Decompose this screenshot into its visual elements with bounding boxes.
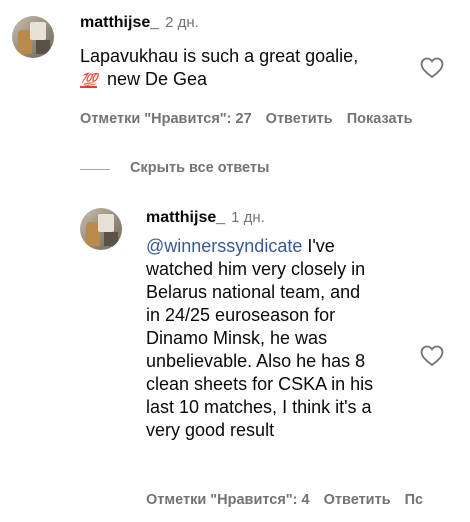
comment-actions: Отметки "Нравится": 4 Ответить Пс: [146, 492, 437, 508]
comment-line: unbelievable. Also he has 8: [146, 351, 366, 371]
comment-line: watched him very closely in: [146, 259, 366, 279]
comment-line: in 24/25 euroseason for: [146, 305, 336, 325]
comment-line: Belarus national team, and: [146, 282, 361, 302]
mention-link[interactable]: @winnerssyndicate: [146, 236, 302, 256]
comment-line: very good result: [146, 420, 275, 440]
username[interactable]: matthijse_: [146, 209, 225, 226]
comment-line: last 10 matches, I think it's a: [146, 397, 372, 417]
avatar[interactable]: [12, 16, 54, 58]
comment-line-text: I've: [302, 236, 335, 256]
heart-outline-icon[interactable]: [420, 57, 444, 79]
reply-button[interactable]: Ответить: [266, 111, 333, 127]
comment-line: @winnerssyndicate I've: [146, 235, 416, 258]
comment-text: Lapavukhau is such a great goalie, 💯 new…: [80, 45, 410, 92]
comment-line: Lapavukhau is such a great goalie,: [80, 46, 359, 66]
translate-button[interactable]: Пс: [405, 492, 424, 508]
timestamp[interactable]: 2 дн.: [165, 14, 199, 31]
likes-count[interactable]: Отметки "Нравится": 4: [146, 492, 310, 508]
comment-actions: Отметки "Нравится": 27 Ответить Показать: [80, 111, 427, 127]
comment-line-text: new De Gea: [106, 69, 208, 89]
comment-line: 💯 new De Gea: [80, 68, 410, 92]
hide-replies-button[interactable]: Скрыть все ответы: [130, 160, 269, 176]
timestamp[interactable]: 1 дн.: [231, 209, 265, 226]
reply-button[interactable]: Ответить: [324, 492, 391, 508]
comment-line: clean sheets for CSKA in his: [146, 374, 374, 394]
comment-header: matthijse_ 1 дн.: [146, 209, 265, 227]
username[interactable]: matthijse_: [80, 14, 159, 31]
comment-line: Dinamo Minsk, he was: [146, 328, 328, 348]
avatar[interactable]: [80, 208, 122, 250]
likes-count[interactable]: Отметки "Нравится": 27: [80, 111, 252, 127]
heart-outline-icon[interactable]: [420, 345, 444, 367]
translate-button[interactable]: Показать: [347, 111, 413, 127]
hundred-points-icon: 💯: [80, 72, 97, 88]
comment-header: matthijse_ 2 дн.: [80, 14, 199, 32]
comment-text: @winnerssyndicate I've watched him very …: [146, 235, 416, 442]
thread-divider: [80, 169, 110, 170]
